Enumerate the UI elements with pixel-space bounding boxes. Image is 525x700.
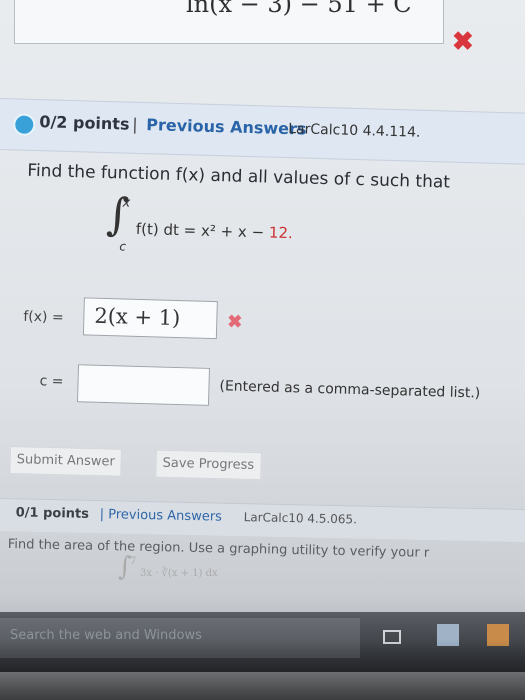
save-progress-button[interactable]: Save Progress bbox=[155, 449, 262, 481]
question-body: Find the function f(x) and all values of… bbox=[0, 150, 525, 446]
fx-answer-input[interactable]: 2(x + 1) bbox=[82, 297, 218, 340]
question2-points: 0/1 points bbox=[15, 505, 90, 522]
question2-previous-answers-link[interactable]: | Previous Answers bbox=[100, 507, 223, 525]
action-buttons: Submit Answer Save Progress bbox=[9, 446, 310, 483]
submit-answer-button[interactable]: Submit Answer bbox=[9, 446, 123, 477]
header-separator: | bbox=[132, 114, 138, 134]
question2-header: 0/1 points | Previous Answers LarCalc10 … bbox=[0, 498, 525, 543]
c-answer-input[interactable] bbox=[76, 364, 210, 406]
question-prompt: Find the function f(x) and all values of… bbox=[27, 160, 451, 193]
c-label: c = bbox=[39, 373, 64, 390]
integral-integrand: f(t) dt = x² + x − bbox=[135, 219, 270, 242]
previous-answer-text: ln(x − 3) − 51 + C bbox=[186, 0, 412, 18]
integral-expression: f(t) dt = x² + x − 12. bbox=[136, 220, 293, 242]
fx-label: f(x) = bbox=[23, 308, 64, 326]
fx-incorrect-x-icon: ✖ bbox=[227, 311, 243, 332]
previous-answers-link[interactable]: Previous Answers bbox=[146, 115, 307, 138]
integral-lower-limit: c bbox=[119, 239, 127, 254]
incorrect-x-icon: ✖ bbox=[452, 26, 474, 56]
screen-bezel-shadow bbox=[0, 640, 525, 700]
integral-constant: 12. bbox=[268, 223, 294, 243]
question-points: 0/2 points bbox=[39, 112, 130, 134]
screen: ln(x − 3) − 51 + C ✖ 0/2 points | Previo… bbox=[0, 0, 525, 700]
question-bullet-icon[interactable] bbox=[12, 113, 36, 136]
integral-upper-limit: x bbox=[122, 195, 131, 211]
question-reference: LarCalc10 4.4.114. bbox=[288, 121, 421, 141]
question2-integral-upper: 7 bbox=[130, 556, 137, 567]
integral-equation: ∫ x c f(t) dt = x² + x − 12. bbox=[105, 189, 367, 272]
c-entry-hint: (Entered as a comma-separated list.) bbox=[219, 378, 481, 402]
question2-reference: LarCalc10 4.5.065. bbox=[243, 510, 358, 527]
question2-integral: ∫ 7 3x · ∛(x + 1) dx bbox=[118, 552, 258, 590]
question2-integrand: 3x · ∛(x + 1) dx bbox=[140, 568, 218, 579]
